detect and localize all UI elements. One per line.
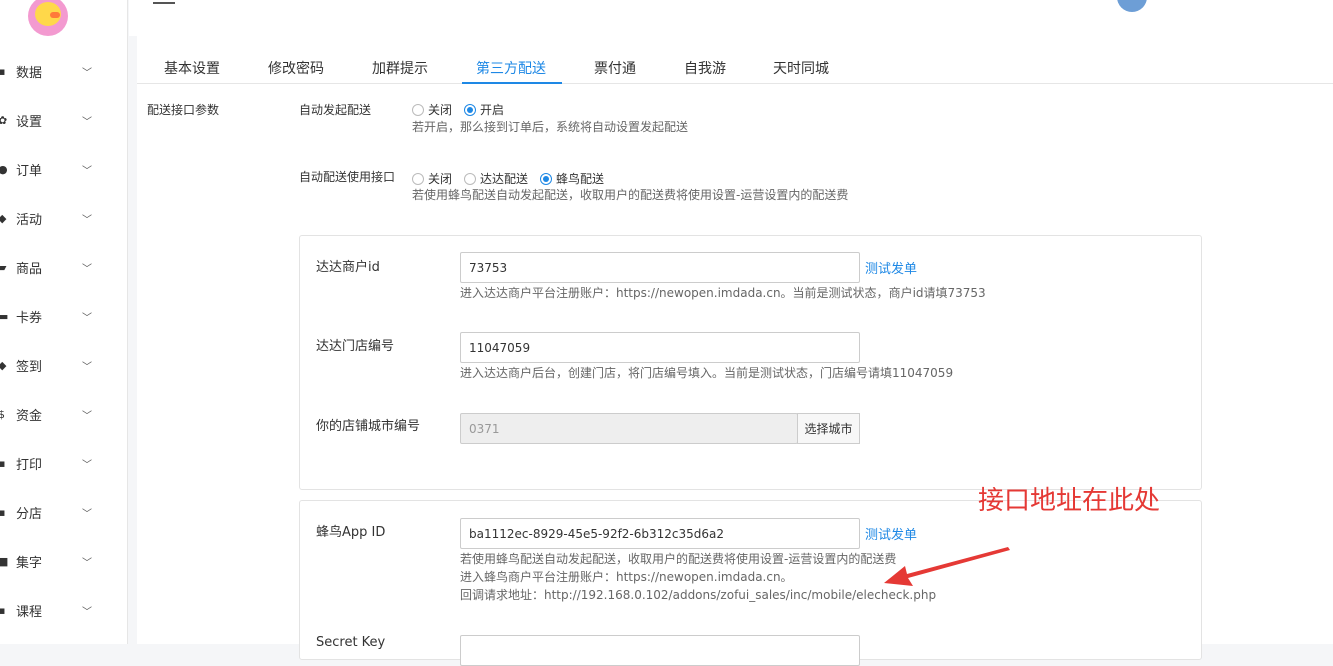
dada-store-label: 达达门店编号 xyxy=(316,339,395,354)
topbar xyxy=(129,0,1333,36)
dada-panel: 达达商户id 73753 测试发单 进入达达商户平台注册账户：https://n… xyxy=(299,235,1202,490)
chevron-down-icon: ﹀ xyxy=(82,508,92,520)
tab-bar: 基本设置 修改密码 加群提示 第三方配送 票付通 自我游 天时同城 xyxy=(137,48,1333,84)
auto-interface-label: 自动配送使用接口 xyxy=(299,170,396,184)
bag-icon: ▰ xyxy=(0,260,7,274)
dada-city-input: 0371 xyxy=(460,413,798,444)
chevron-down-icon: ﹀ xyxy=(82,165,92,177)
fengniao-panel: 蜂鸟App ID ba1112ec-8929-45e5-92f2-6b312c3… xyxy=(299,500,1202,666)
chevron-down-icon: ﹀ xyxy=(82,312,92,324)
cube-icon: ◆ xyxy=(0,358,7,372)
dada-city-label: 你的店铺城市编号 xyxy=(316,419,421,434)
dada-merchant-input[interactable]: 73753 xyxy=(460,252,860,283)
sidebar-item-print[interactable]: ▪ 打印 ﹀ xyxy=(0,448,128,478)
sidebar-item-settings[interactable]: ✿ 设置 ﹀ xyxy=(0,105,128,135)
chevron-down-icon: ﹀ xyxy=(82,606,92,618)
fengniao-help-2: 进入蜂鸟商户平台注册账户：https://newopen.imdada.cn。 xyxy=(460,570,793,584)
tab-piaofutong[interactable]: 票付通 xyxy=(594,58,636,78)
fengniao-test-order-link[interactable]: 测试发单 xyxy=(865,524,917,543)
chevron-down-icon: ﹀ xyxy=(82,459,92,471)
sidebar-item-coupons[interactable]: ▬ 卡券 ﹀ xyxy=(0,301,128,331)
tag-icon: ◆ xyxy=(0,211,7,225)
dada-merchant-help: 进入达达商户平台注册账户：https://newopen.imdada.cn。当… xyxy=(460,286,986,300)
active-tab-indicator xyxy=(462,82,562,84)
course-icon: ▪ xyxy=(0,603,6,617)
auto-dispatch-label: 自动发起配送 xyxy=(299,103,372,117)
tab-basic[interactable]: 基本设置 xyxy=(164,58,220,78)
auto-dispatch-on[interactable]: 开启 xyxy=(464,101,504,118)
dada-store-input[interactable]: 11047059 xyxy=(460,332,860,363)
sidebar-item-branch[interactable]: ▪ 分店 ﹀ xyxy=(0,497,128,527)
fengniao-callback-url: 回调请求地址：http://192.168.0.102/addons/zofui… xyxy=(460,588,937,602)
chevron-down-icon: ﹀ xyxy=(82,67,92,79)
tab-group-tip[interactable]: 加群提示 xyxy=(372,58,428,78)
chart-icon: ▪ xyxy=(0,64,6,78)
user-avatar[interactable] xyxy=(1117,0,1147,12)
select-city-button[interactable]: 选择城市 xyxy=(797,413,860,444)
branch-icon: ▪ xyxy=(0,505,6,519)
chevron-down-icon: ﹀ xyxy=(82,214,92,226)
fengniao-appid-label: 蜂鸟App ID xyxy=(316,525,386,540)
sidebar-item-funds[interactable]: $ 资金 ﹀ xyxy=(0,399,128,429)
dada-store-help: 进入达达商户后台，创建门店，将门店编号填入。当前是测试状态，门店编号请填1104… xyxy=(460,366,954,380)
chevron-down-icon: ﹀ xyxy=(82,116,92,128)
chevron-down-icon: ﹀ xyxy=(82,557,92,569)
printer-icon: ▪ xyxy=(0,456,6,470)
interface-dada[interactable]: 达达配送 xyxy=(464,170,528,187)
interface-off[interactable]: 关闭 xyxy=(412,170,452,187)
tab-ziwoyou[interactable]: 自我游 xyxy=(684,58,726,78)
chevron-down-icon: ﹀ xyxy=(82,263,92,275)
chevron-down-icon: ﹀ xyxy=(82,361,92,373)
dada-test-order-link[interactable]: 测试发单 xyxy=(865,258,917,277)
section-label: 配送接口参数 xyxy=(147,103,220,117)
sidebar-item-course[interactable]: ▪ 课程 ﹀ xyxy=(0,595,128,625)
tab-third-party-delivery[interactable]: 第三方配送 xyxy=(476,58,546,78)
fengniao-appid-input[interactable]: ba1112ec-8929-45e5-92f2-6b312c35d6a2 xyxy=(460,518,860,549)
sidebar-item-collect[interactable]: ■ 集字 ﹀ xyxy=(0,546,128,576)
tab-password[interactable]: 修改密码 xyxy=(268,58,324,78)
auto-interface-help: 若使用蜂鸟配送自动发起配送，收取用户的配送费将使用设置-运营设置内的配送费 xyxy=(412,188,849,202)
sidebar: ▪ 数据 ﹀ ✿ 设置 ﹀ ● 订单 ﹀ ◆ 活动 ﹀ ▰ 商品 ﹀ ▬ 卡券 … xyxy=(0,0,128,644)
fengniao-help-1: 若使用蜂鸟配送自动发起配送，收取用户的配送费将使用设置-运营设置内的配送费 xyxy=(460,552,897,566)
annotation-arrow-icon xyxy=(884,547,1010,586)
dollar-icon: $ xyxy=(0,407,5,421)
tab-tianshi[interactable]: 天时同城 xyxy=(773,58,829,78)
fengniao-secret-input[interactable] xyxy=(460,635,860,666)
sidebar-item-activity[interactable]: ◆ 活动 ﹀ xyxy=(0,203,128,233)
sidebar-item-orders[interactable]: ● 订单 ﹀ xyxy=(0,154,128,184)
chevron-down-icon: ﹀ xyxy=(82,410,92,422)
interface-fengniao[interactable]: 蜂鸟配送 xyxy=(540,170,604,187)
menu-icon[interactable] xyxy=(153,0,175,4)
sidebar-item-checkin[interactable]: ◆ 签到 ﹀ xyxy=(0,350,128,380)
dada-merchant-label: 达达商户id xyxy=(316,260,380,275)
collect-icon: ■ xyxy=(0,554,9,568)
sidebar-item-goods[interactable]: ▰ 商品 ﹀ xyxy=(0,252,128,282)
annotation-text: 接口地址在此处 xyxy=(978,486,1161,516)
sidebar-item-data[interactable]: ▪ 数据 ﹀ xyxy=(0,56,128,86)
card-icon: ▬ xyxy=(0,309,9,323)
auto-dispatch-radios: 关闭 开启 xyxy=(412,101,516,118)
avatar[interactable] xyxy=(28,0,68,36)
auto-dispatch-off[interactable]: 关闭 xyxy=(412,101,452,118)
gear-icon: ✿ xyxy=(0,113,8,127)
main-content: 基本设置 修改密码 加群提示 第三方配送 票付通 自我游 天时同城 配送接口参数… xyxy=(137,36,1333,666)
order-icon: ● xyxy=(0,162,8,176)
auto-dispatch-help: 若开启，那么接到订单后，系统将自动设置发起配送 xyxy=(412,120,689,134)
auto-interface-radios: 关闭 达达配送 蜂鸟配送 xyxy=(412,170,616,187)
fengniao-secret-label: Secret Key xyxy=(316,635,386,650)
